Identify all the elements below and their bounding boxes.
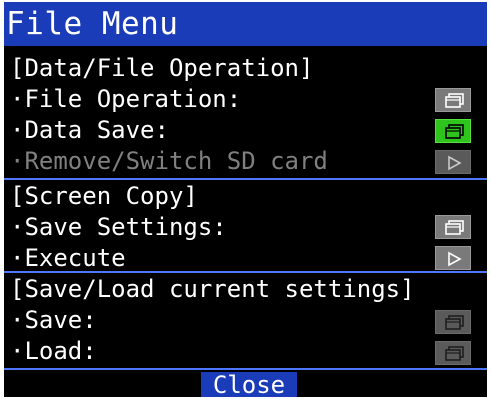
load-button[interactable] <box>435 341 471 365</box>
window-icon <box>445 346 464 361</box>
close-button[interactable]: Close <box>201 372 297 397</box>
remove-switch-sd-button[interactable] <box>435 150 471 174</box>
execute-button[interactable] <box>435 246 471 270</box>
section-screen-copy: [Screen Copy] ·Save Settings: ·Execute <box>4 178 487 273</box>
item-file-operation-label: ·File Operation: <box>10 85 242 113</box>
item-execute-label: ·Execute <box>10 244 126 272</box>
section-header: [Save/Load current settings] <box>10 275 415 303</box>
item-save-settings-label: ·Save Settings: <box>10 213 227 241</box>
play-icon <box>448 155 462 171</box>
section-header: [Data/File Operation] <box>10 54 314 82</box>
window-icon <box>445 220 464 235</box>
window-icon <box>445 315 464 330</box>
data-save-button[interactable] <box>435 119 471 143</box>
item-save-label: ·Save: <box>10 306 97 334</box>
section-data-file-operation: [Data/File Operation] ·File Operation: ·… <box>4 46 487 180</box>
item-data-save-label: ·Data Save: <box>10 116 169 144</box>
window-icon <box>445 124 464 139</box>
item-remove-switch-sd-label: ·Remove/Switch SD card <box>10 147 328 175</box>
section-header: [Screen Copy] <box>10 182 198 210</box>
title-bar: File Menu <box>4 2 487 46</box>
section-save-load-settings: [Save/Load current settings] ·Save: ·Loa… <box>4 271 487 370</box>
dialog-title: File Menu <box>6 6 179 42</box>
dialog-footer: Close <box>4 368 487 397</box>
file-menu-dialog: File Menu [Data/File Operation] ·File Op… <box>0 0 491 399</box>
file-operation-button[interactable] <box>435 88 471 112</box>
play-icon <box>448 251 462 267</box>
save-settings-button[interactable] <box>435 215 471 239</box>
dialog-body: File Menu [Data/File Operation] ·File Op… <box>4 2 487 397</box>
save-button[interactable] <box>435 310 471 334</box>
window-icon <box>445 93 464 108</box>
item-load-label: ·Load: <box>10 337 97 365</box>
